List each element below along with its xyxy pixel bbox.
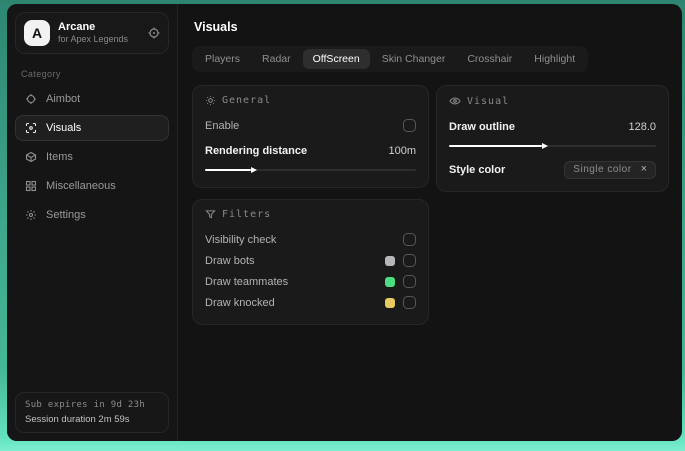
style-color-label: Style color xyxy=(449,163,506,176)
draw-bots-label: Draw bots xyxy=(205,254,255,267)
draw-outline-row: Draw outline 128.0 xyxy=(449,116,656,137)
style-color-value: Single color xyxy=(573,164,632,175)
app-window: A Arcane for Apex Legends Category Aimbo… xyxy=(7,4,682,441)
style-color-row: Style color Single color × xyxy=(449,159,656,180)
style-color-select[interactable]: Single color × xyxy=(564,160,656,179)
sub-expires-text: Sub expires in 9d 23h xyxy=(25,400,146,410)
tab-bar: Players Radar OffScreen Skin Changer Cro… xyxy=(192,46,589,72)
brand-text: Arcane for Apex Legends xyxy=(58,21,140,46)
filters-panel-title: Filters xyxy=(222,209,272,220)
draw-knocked-row: Draw knocked xyxy=(205,292,416,313)
app-logo: A xyxy=(24,20,50,46)
rendering-distance-slider[interactable] xyxy=(205,164,416,176)
draw-outline-label: Draw outline xyxy=(449,120,516,133)
sidebar-item-label: Settings xyxy=(46,209,86,221)
draw-teammates-row: Draw teammates xyxy=(205,271,416,292)
draw-bots-color-swatch[interactable] xyxy=(385,255,395,266)
visual-panel-header: Visual xyxy=(449,95,656,107)
sidebar-item-settings[interactable]: Settings xyxy=(15,202,169,228)
tab-players[interactable]: Players xyxy=(195,49,250,69)
draw-teammates-label: Draw teammates xyxy=(205,275,289,288)
clear-icon[interactable]: × xyxy=(641,164,647,175)
grid-icon xyxy=(25,180,37,192)
cube-icon xyxy=(25,151,37,163)
slider-thumb-arrow[interactable] xyxy=(542,142,549,149)
slider-fill xyxy=(205,166,258,173)
general-panel: General Enable Rendering distance 100m xyxy=(192,85,429,188)
draw-teammates-color-swatch[interactable] xyxy=(385,276,395,287)
tab-skin-changer[interactable]: Skin Changer xyxy=(372,49,456,69)
general-panel-header: General xyxy=(205,95,416,106)
sidebar-item-aimbot[interactable]: Aimbot xyxy=(15,86,169,112)
sidebar-item-label: Aimbot xyxy=(46,93,81,105)
tab-highlight[interactable]: Highlight xyxy=(524,49,585,69)
eye-icon xyxy=(449,95,461,107)
tab-radar[interactable]: Radar xyxy=(252,49,301,69)
sidebar-item-label: Visuals xyxy=(46,122,82,134)
visibility-check-row: Visibility check xyxy=(205,229,416,250)
rendering-distance-label: Rendering distance xyxy=(205,144,308,157)
slider-thumb-arrow[interactable] xyxy=(251,166,258,173)
app-name: Arcane xyxy=(58,20,96,33)
sidebar-item-miscellaneous[interactable]: Miscellaneous xyxy=(15,173,169,199)
app-subtitle: for Apex Legends xyxy=(58,34,129,45)
category-label: Category xyxy=(21,69,61,79)
target-icon[interactable] xyxy=(148,27,160,39)
draw-bots-row: Draw bots xyxy=(205,250,416,271)
general-panel-title: General xyxy=(222,95,272,106)
visibility-check-checkbox[interactable] xyxy=(403,233,416,246)
filters-panel: Filters Visibility check Draw bots Draw … xyxy=(192,199,429,325)
draw-teammates-checkbox[interactable] xyxy=(403,275,416,288)
tab-offscreen[interactable]: OffScreen xyxy=(302,49,370,69)
enable-label: Enable xyxy=(205,119,240,132)
brand-card: A Arcane for Apex Legends xyxy=(15,12,169,54)
page-title: Visuals xyxy=(194,20,238,34)
funnel-icon xyxy=(205,209,216,220)
sidebar-item-visuals[interactable]: Visuals xyxy=(15,115,169,141)
draw-knocked-checkbox[interactable] xyxy=(403,296,416,309)
sidebar: A Arcane for Apex Legends Category Aimbo… xyxy=(7,4,178,441)
tab-crosshair[interactable]: Crosshair xyxy=(457,49,522,69)
main-content: Visuals Players Radar OffScreen Skin Cha… xyxy=(178,4,682,441)
visual-panel-title: Visual xyxy=(467,95,510,107)
eye-scan-icon xyxy=(25,122,37,134)
draw-outline-value: 128.0 xyxy=(628,120,656,133)
draw-knocked-label: Draw knocked xyxy=(205,296,275,309)
sidebar-item-label: Miscellaneous xyxy=(46,180,116,192)
gear-icon xyxy=(25,209,37,221)
sidebar-item-items[interactable]: Items xyxy=(15,144,169,170)
slider-fill xyxy=(449,142,549,149)
sun-icon xyxy=(205,95,216,106)
visual-panel: Visual Draw outline 128.0 Style color Si… xyxy=(436,85,669,192)
rendering-distance-value: 100m xyxy=(388,144,416,157)
crosshair-icon xyxy=(25,93,37,105)
sidebar-item-label: Items xyxy=(46,151,73,163)
visibility-check-label: Visibility check xyxy=(205,233,277,246)
filters-panel-header: Filters xyxy=(205,209,416,220)
enable-row: Enable xyxy=(205,115,416,136)
sidebar-nav: Aimbot Visuals Items Miscellaneous Setti… xyxy=(15,86,169,228)
draw-bots-checkbox[interactable] xyxy=(403,254,416,267)
session-duration-text: Session duration 2m 59s xyxy=(25,414,130,425)
draw-outline-slider[interactable] xyxy=(449,140,656,152)
session-info-box: Sub expires in 9d 23h Session duration 2… xyxy=(15,392,169,433)
draw-knocked-color-swatch[interactable] xyxy=(385,297,395,308)
enable-checkbox[interactable] xyxy=(403,119,416,132)
rendering-distance-row: Rendering distance 100m xyxy=(205,140,416,161)
